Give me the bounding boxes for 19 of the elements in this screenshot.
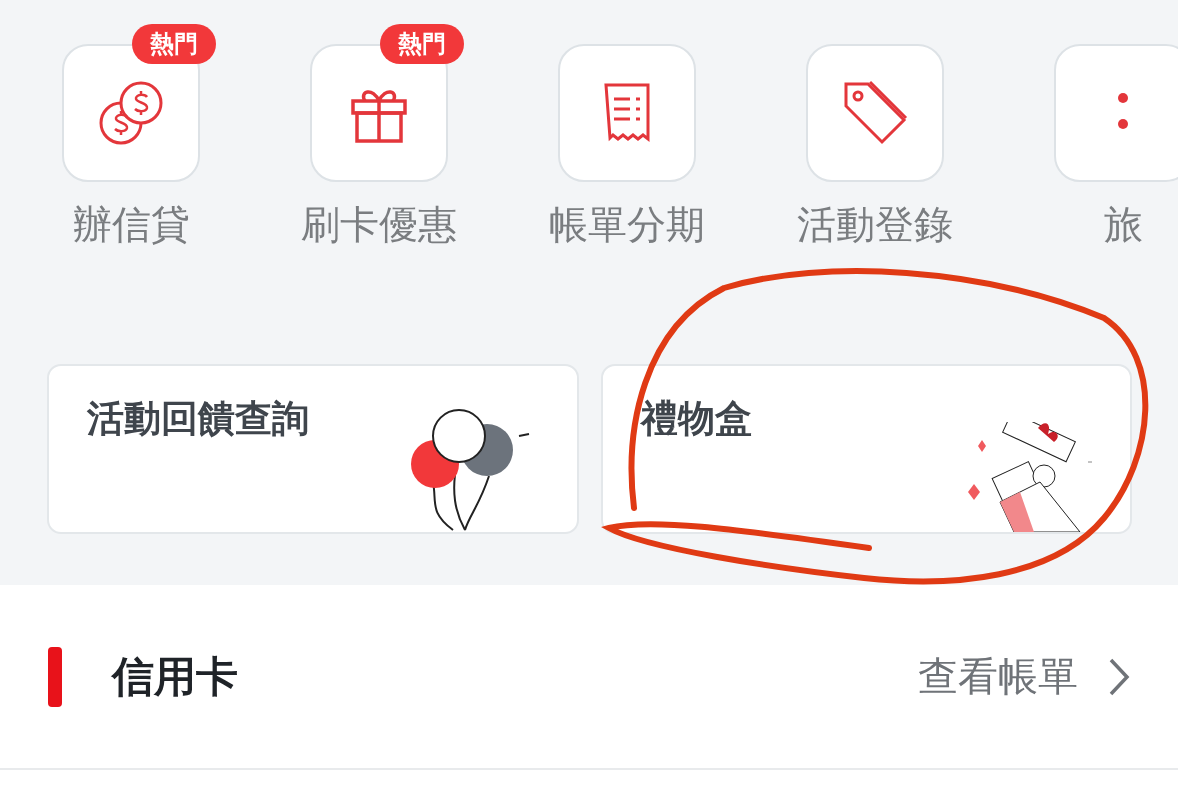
receipt-icon (602, 81, 652, 145)
card-title: 禮物盒 (640, 396, 752, 442)
feature-card[interactable]: 禮物盒 (600, 364, 1132, 534)
shortcut-tile[interactable] (558, 44, 696, 182)
shortcut-label[interactable]: 旅 (1103, 198, 1143, 252)
hot-badge: 熱門 (380, 24, 464, 64)
shortcut-label[interactable]: 活動登錄 (797, 198, 953, 252)
feature-card[interactable]: 活動回饋查詢 (47, 364, 579, 534)
hot-badge: 熱門 (132, 24, 216, 64)
shortcut-tile[interactable] (1054, 44, 1178, 182)
shortcut-label[interactable]: 帳單分期 (549, 198, 705, 252)
chevron-right-icon (1108, 656, 1130, 697)
card-title: 活動回饋查詢 (87, 396, 309, 442)
section-title: 信用卡 (112, 650, 239, 703)
shortcut-label[interactable]: 辦信貸 (72, 198, 190, 252)
shortcut-tile[interactable] (806, 44, 944, 182)
view-statement-link[interactable]: 查看帳單 (918, 649, 1130, 704)
accent-bar (48, 646, 62, 707)
shortcut-label[interactable]: 刷卡優惠 (301, 198, 457, 252)
